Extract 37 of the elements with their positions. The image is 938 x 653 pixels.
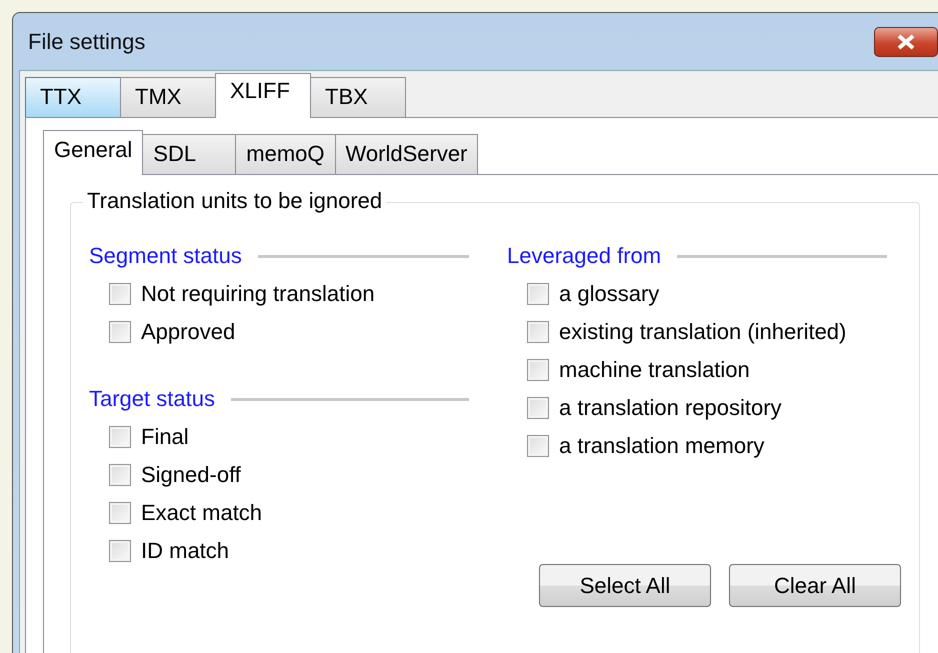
checkbox-label: a translation memory	[559, 433, 764, 459]
checkbox-label: Signed-off	[141, 462, 241, 488]
tab[interactable]: WorldServer	[334, 134, 478, 174]
section-heading: Leveraged from	[507, 243, 662, 269]
action-button[interactable]: Clear All	[729, 564, 901, 607]
tab[interactable]: TMX	[120, 77, 216, 117]
tab[interactable]: TBX	[310, 77, 406, 117]
checkbox[interactable]	[527, 283, 549, 305]
checkbox[interactable]	[109, 283, 131, 305]
checkbox[interactable]	[109, 464, 131, 486]
checkbox-label: machine translation	[559, 357, 750, 383]
action-button[interactable]: Select All	[539, 564, 711, 607]
section-heading: Target status	[89, 386, 215, 412]
checkbox-label: Approved	[141, 319, 236, 345]
tab[interactable]: memoQ	[235, 134, 336, 174]
checkbox[interactable]	[527, 321, 549, 343]
checkbox-label: a glossary	[559, 281, 660, 307]
checkbox[interactable]	[109, 426, 131, 448]
checkbox[interactable]	[109, 540, 131, 562]
section-heading: Segment status	[89, 243, 242, 269]
checkbox-label: Exact match	[141, 500, 262, 526]
checkbox-label: a translation repository	[559, 395, 782, 421]
checkbox-label: Not requiring translation	[141, 281, 375, 307]
tab[interactable]: SDL	[142, 134, 236, 174]
close-button[interactable]	[874, 26, 938, 56]
checkbox[interactable]	[109, 502, 131, 524]
tab[interactable]: TTX	[25, 77, 121, 117]
checkbox-label: existing translation (inherited)	[559, 319, 846, 345]
checkbox[interactable]	[527, 397, 549, 419]
checkbox[interactable]	[527, 435, 549, 457]
checkbox-label: Final	[141, 424, 189, 450]
tab[interactable]: General	[43, 130, 144, 175]
checkbox[interactable]	[109, 321, 131, 343]
window-title: File settings	[28, 28, 146, 54]
tab[interactable]: XLIFF	[215, 73, 311, 118]
checkbox-label: ID match	[141, 538, 230, 564]
checkbox[interactable]	[527, 359, 549, 381]
